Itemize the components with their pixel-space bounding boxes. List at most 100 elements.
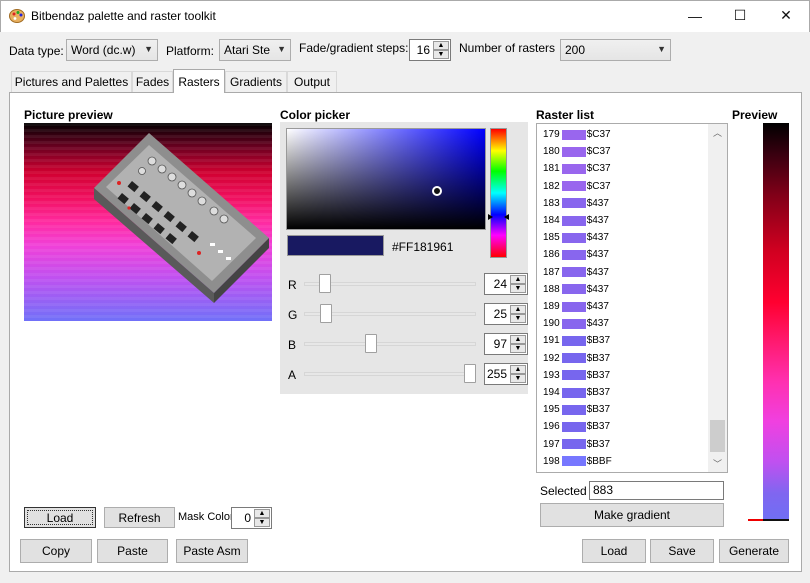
stepper-down-icon[interactable]: ▼ <box>510 314 526 323</box>
raster-list-item[interactable]: 195 $B37 <box>543 401 610 418</box>
stepper-buttons[interactable]: ▲ ▼ <box>510 365 526 383</box>
raster-index: 182 <box>543 180 560 192</box>
generate-button[interactable]: Generate <box>719 539 789 563</box>
raster-list-item[interactable]: 186 $437 <box>543 246 609 263</box>
stepper-up-icon[interactable]: ▲ <box>510 335 526 344</box>
mask-color-stepper[interactable]: 0 ▲ ▼ <box>231 507 272 529</box>
channel-label-b: B <box>288 338 297 352</box>
paste-asm-button[interactable]: Paste Asm <box>176 539 248 563</box>
raster-list-item[interactable]: 192 $B37 <box>543 350 610 367</box>
stepper-up-icon[interactable]: ▲ <box>510 275 526 284</box>
stepper-down-icon[interactable]: ▼ <box>254 518 270 527</box>
raster-list-item[interactable]: 183 $437 <box>543 195 609 212</box>
stepper-down-icon[interactable]: ▼ <box>510 284 526 293</box>
minimize-button[interactable]: — <box>672 0 718 31</box>
raster-code: $C37 <box>586 129 611 140</box>
stepper-down-icon[interactable]: ▼ <box>510 374 526 383</box>
stepper-up-icon[interactable]: ▲ <box>510 365 526 374</box>
raster-color-swatch <box>561 249 586 260</box>
raster-index: 185 <box>543 232 560 244</box>
stepper-up-icon[interactable]: ▲ <box>254 509 270 518</box>
scroll-thumb[interactable] <box>710 420 725 452</box>
raster-list-item[interactable]: 187 $437 <box>543 264 609 281</box>
save-button[interactable]: Save <box>650 539 714 563</box>
saturation-value-area[interactable] <box>286 128 486 230</box>
channel-track-a[interactable] <box>304 372 476 376</box>
channel-stepper-r[interactable]: 24 ▲ ▼ <box>484 273 528 295</box>
channel-value-b: 97 <box>493 337 507 351</box>
platform-select[interactable]: Atari Ste ▼ <box>219 39 291 61</box>
tab-rasters[interactable]: Rasters <box>173 69 225 93</box>
raster-index: 188 <box>543 283 560 295</box>
raster-list-item[interactable]: 182 $C37 <box>543 178 611 195</box>
platform-label: Platform: <box>166 44 215 58</box>
raster-list-item[interactable]: 184 $437 <box>543 212 609 229</box>
paste-button[interactable]: Paste <box>97 539 168 563</box>
raster-list-item[interactable]: 191 $B37 <box>543 332 610 349</box>
stepper-buttons[interactable]: ▲ ▼ <box>254 509 270 527</box>
rasters-count-select[interactable]: 200 ▼ <box>560 39 671 61</box>
color-picker-cursor-icon[interactable] <box>432 186 442 196</box>
channel-stepper-g[interactable]: 25 ▲ ▼ <box>484 303 528 325</box>
window-title: Bitbendaz palette and raster toolkit <box>31 9 216 23</box>
stepper-down-icon[interactable]: ▼ <box>433 50 449 59</box>
load-button[interactable]: Load <box>582 539 646 563</box>
raster-listbox[interactable]: 179 $C37 180 $C37 181 $C37 182 $C37 183 $437 184 $4… <box>536 123 728 473</box>
raster-color-swatch <box>561 404 586 415</box>
raster-code: $B37 <box>586 438 611 450</box>
raster-list-item[interactable]: 193 $B37 <box>543 367 610 384</box>
channel-track-b[interactable] <box>304 342 476 346</box>
raster-list-item[interactable]: 190 $437 <box>543 315 609 332</box>
stepper-buttons[interactable]: ▲ ▼ <box>510 335 526 353</box>
tab-output[interactable]: Output <box>287 71 337 92</box>
fade-steps-stepper[interactable]: 16 ▲ ▼ <box>409 39 451 61</box>
raster-list-item[interactable]: 198 $BBF <box>543 453 612 470</box>
tab-fades[interactable]: Fades <box>132 71 173 92</box>
stepper-buttons[interactable]: ▲ ▼ <box>510 305 526 323</box>
stepper-down-icon[interactable]: ▼ <box>510 344 526 353</box>
scroll-down-icon[interactable]: ﹀ <box>708 455 727 472</box>
stepper-up-icon[interactable]: ▲ <box>510 305 526 314</box>
preview-bottom-line <box>763 519 789 521</box>
scroll-up-icon[interactable]: ︿ <box>708 124 727 141</box>
make-gradient-button[interactable]: Make gradient <box>540 503 724 527</box>
raster-color-swatch <box>561 267 586 278</box>
channel-stepper-a[interactable]: 255 ▲ ▼ <box>484 363 528 385</box>
refresh-button[interactable]: Refresh <box>104 507 175 528</box>
channel-slider-thumb-a[interactable] <box>464 364 476 383</box>
raster-list-item[interactable]: 194 $B37 <box>543 384 610 401</box>
raster-list-scrollbar[interactable]: ︿ ﹀ <box>708 124 727 472</box>
raster-list-item[interactable]: 185 $437 <box>543 229 609 246</box>
raster-color-swatch <box>561 353 586 364</box>
raster-color-swatch <box>561 421 586 432</box>
platform-value: Atari Ste <box>224 43 271 57</box>
hue-slider-handle-icon[interactable] <box>488 209 509 220</box>
hue-slider[interactable] <box>490 128 507 258</box>
maximize-button[interactable]: ☐ <box>717 0 763 31</box>
raster-code: $437 <box>586 301 609 312</box>
data-type-label: Data type: <box>9 44 64 58</box>
data-type-select[interactable]: Word (dc.w) ▼ <box>66 39 158 61</box>
picture-load-button[interactable]: Load <box>24 507 96 528</box>
tab-gradients[interactable]: Gradients <box>225 71 287 92</box>
raster-list-item[interactable]: 196 $B37 <box>543 418 610 435</box>
channel-slider-thumb-g[interactable] <box>320 304 332 323</box>
stepper-buttons[interactable]: ▲ ▼ <box>433 41 449 59</box>
channel-stepper-b[interactable]: 97 ▲ ▼ <box>484 333 528 355</box>
stepper-up-icon[interactable]: ▲ <box>433 41 449 50</box>
raster-list-item[interactable]: 197 $B37 <box>543 436 610 453</box>
tab-pictures-and-palettes[interactable]: Pictures and Palettes <box>11 71 132 92</box>
selected-color-swatch <box>287 235 384 256</box>
copy-button[interactable]: Copy <box>20 539 92 563</box>
channel-slider-thumb-b[interactable] <box>365 334 377 353</box>
raster-list-item[interactable]: 179 $C37 <box>543 126 611 143</box>
raster-list-item[interactable]: 180 $C37 <box>543 143 611 160</box>
raster-list-item[interactable]: 189 $437 <box>543 298 609 315</box>
selected-field[interactable]: 883 <box>589 481 724 500</box>
channel-slider-thumb-r[interactable] <box>319 274 331 293</box>
raster-list-item[interactable]: 188 $437 <box>543 281 609 298</box>
raster-code: $437 <box>586 197 609 209</box>
raster-list-item[interactable]: 181 $C37 <box>543 160 611 177</box>
close-button[interactable]: ✕ <box>763 0 809 31</box>
stepper-buttons[interactable]: ▲ ▼ <box>510 275 526 293</box>
